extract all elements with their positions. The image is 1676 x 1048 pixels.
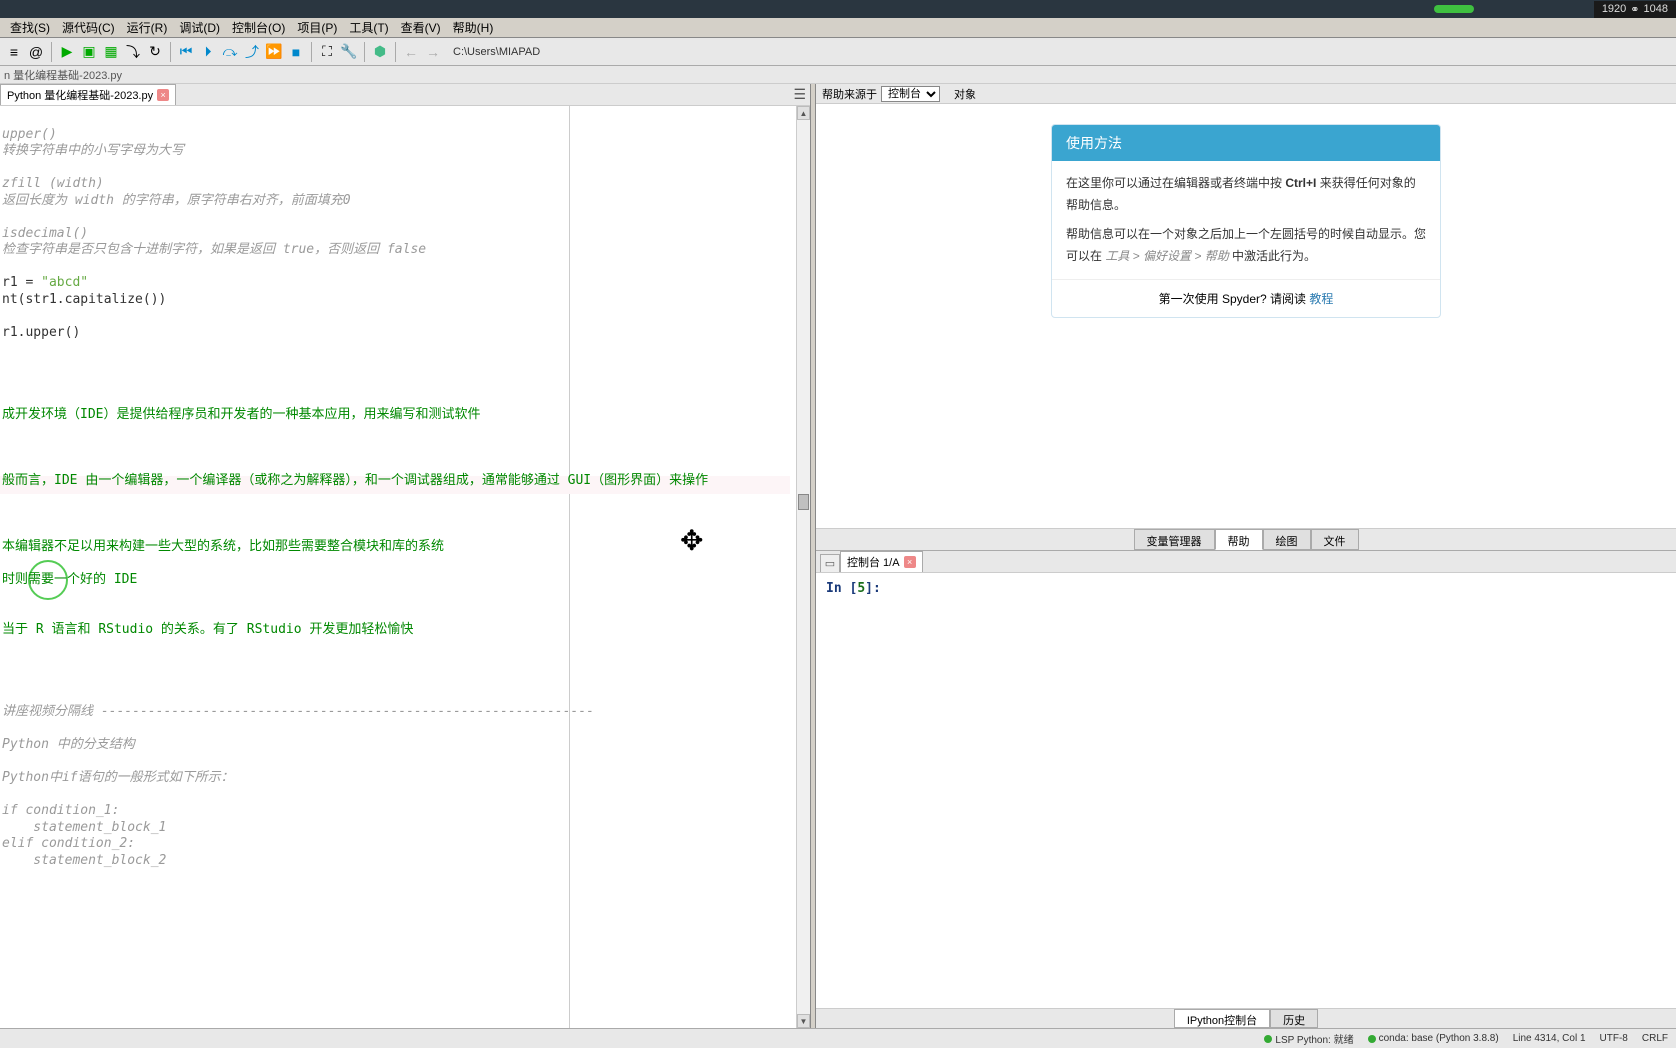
help-object-label: 对象 (954, 86, 976, 102)
help-source-label: 帮助来源于 (822, 86, 877, 102)
editor-tab-label: Python 量化编程基础-2023.py (7, 87, 153, 103)
editor-options-icon[interactable]: ☰ (793, 86, 806, 103)
prompt-in: In [ (826, 581, 857, 596)
status-encoding: UTF-8 (1600, 1033, 1628, 1044)
menu-console[interactable]: 控制台(O) (226, 19, 291, 36)
console-bottom-tabs: IPython控制台 历史 (816, 1008, 1676, 1028)
right-pane: 帮助来源于 控制台 对象 使用方法 在这里你可以通过在编辑器或者终端中按 Ctr… (816, 84, 1676, 1028)
scroll-thumb[interactable] (798, 494, 809, 510)
code-editor[interactable]: ✥ upper() 转换字符串中的小写字母为大写 zfill (width) 返… (0, 106, 810, 1028)
menu-view[interactable]: 查看(V) (395, 19, 447, 36)
menu-project[interactable]: 项目(P) (291, 19, 343, 36)
help-pane-tabs: 变量管理器 帮助 绘图 文件 (816, 528, 1676, 550)
breadcrumb: n 量化编程基础-2023.py (0, 66, 1676, 84)
tab-ipython-console[interactable]: IPython控制台 (1174, 1009, 1270, 1028)
help-card-body: 在这里你可以通过在编辑器或者终端中按 Ctrl+I 来获得任何对象的帮助信息。 … (1052, 161, 1440, 279)
link-icon: ⚭ (1630, 3, 1639, 16)
tab-plots[interactable]: 绘图 (1263, 529, 1311, 550)
code-content: upper() 转换字符串中的小写字母为大写 zfill (width) 返回长… (0, 106, 790, 1028)
help-card-footer: 第一次使用 Spyder? 请阅读 教程 (1052, 279, 1440, 317)
res-height: 1048 (1644, 3, 1668, 15)
menu-tools[interactable]: 工具(T) (343, 19, 394, 36)
scroll-down-icon[interactable]: ▼ (797, 1014, 810, 1028)
status-eol: CRLF (1642, 1033, 1668, 1044)
menu-run[interactable]: 运行(R) (121, 19, 174, 36)
console-browse-icon[interactable]: ▭ (820, 554, 840, 572)
debug-step-icon[interactable]: ⏵ (198, 42, 218, 62)
debug-step-over-icon[interactable]: ⤼ (220, 42, 240, 62)
menubar: 查找(S) 源代码(C) 运行(R) 调试(D) 控制台(O) 项目(P) 工具… (0, 18, 1676, 38)
help-source-select[interactable]: 控制台 (881, 86, 940, 102)
prompt-num: 5 (857, 581, 865, 596)
menu-debug[interactable]: 调试(D) (173, 19, 226, 36)
prompt-close: ]: (865, 581, 881, 596)
help-body: 使用方法 在这里你可以通过在编辑器或者终端中按 Ctrl+I 来获得任何对象的帮… (816, 104, 1676, 528)
python-path-icon[interactable]: ⬢ (370, 42, 390, 62)
debug-continue-icon[interactable]: ⏩ (264, 42, 284, 62)
tutorial-link[interactable]: 教程 (1309, 292, 1333, 306)
tab-var-explorer[interactable]: 变量管理器 (1134, 529, 1215, 550)
run-cell-advance-icon[interactable]: ▦ (101, 42, 121, 62)
editor-pane: Python 量化编程基础-2023.py × ☰ ✥ upper() 转换字符… (0, 84, 810, 1028)
menu-find[interactable]: 查找(S) (4, 19, 56, 36)
help-card: 使用方法 在这里你可以通过在编辑器或者终端中按 Ctrl+I 来获得任何对象的帮… (1051, 124, 1441, 318)
help-header: 帮助来源于 控制台 对象 (816, 84, 1676, 104)
scroll-up-icon[interactable]: ▲ (797, 106, 810, 120)
titlebar: 1920 ⚭ 1048 (0, 0, 1676, 18)
toolbar: ≡ @ ▶ ▣ ▦ ⤵ ↻ ⏮ ⏵ ⤼ ⤴ ⏩ ■ ⛶ 🔧 ⬢ ← → C:\U… (0, 38, 1676, 66)
run-icon[interactable]: ▶ (57, 42, 77, 62)
status-cursor: Line 4314, Col 1 (1513, 1033, 1586, 1044)
status-lsp: LSP Python: 就绪 (1264, 1031, 1353, 1046)
tab-history[interactable]: 历史 (1270, 1009, 1318, 1028)
maximize-icon[interactable]: ⛶ (317, 42, 337, 62)
status-conda: conda: base (Python 3.8.8) (1368, 1033, 1499, 1044)
menu-source[interactable]: 源代码(C) (56, 19, 121, 36)
tab-files[interactable]: 文件 (1311, 529, 1359, 550)
tab-help[interactable]: 帮助 (1215, 529, 1263, 550)
breadcrumb-text: n 量化编程基础-2023.py (4, 67, 122, 83)
console-tabs: ▭ 控制台 1/A × (816, 551, 1676, 573)
close-icon[interactable]: × (904, 556, 916, 568)
resolution-badge: 1920 ⚭ 1048 (1594, 1, 1676, 18)
console-tab-label: 控制台 1/A (847, 554, 900, 570)
nav-fwd-icon[interactable]: → (423, 42, 443, 62)
help-card-title: 使用方法 (1052, 125, 1440, 161)
debug-step-into-icon[interactable]: ⏮ (176, 42, 196, 62)
main-area: Python 量化编程基础-2023.py × ☰ ✥ upper() 转换字符… (0, 84, 1676, 1028)
statusbar: LSP Python: 就绪 conda: base (Python 3.8.8… (0, 1028, 1676, 1048)
debug-stop-icon[interactable]: ■ (286, 42, 306, 62)
dot-icon (1368, 1035, 1376, 1043)
console-tab-active[interactable]: 控制台 1/A × (840, 551, 923, 572)
debug-step-out-icon[interactable]: ⤴ (242, 42, 262, 62)
editor-tab-active[interactable]: Python 量化编程基础-2023.py × (0, 84, 176, 105)
working-dir: C:\Users\MIAPAD (453, 46, 540, 58)
close-icon[interactable]: × (157, 89, 169, 101)
wrench-icon[interactable]: 🔧 (339, 42, 359, 62)
console-body[interactable]: In [5]: (816, 573, 1676, 1008)
run-cell-icon[interactable]: ▣ (79, 42, 99, 62)
console-pane: ▭ 控制台 1/A × In [5]: IPython控制台 历史 (816, 550, 1676, 1028)
res-width: 1920 (1602, 3, 1626, 15)
battery-indicator (1434, 5, 1474, 13)
menu-icon[interactable]: ≡ (4, 42, 24, 62)
nav-back-icon[interactable]: ← (401, 42, 421, 62)
editor-tabs: Python 量化编程基础-2023.py × ☰ (0, 84, 810, 106)
menu-help[interactable]: 帮助(H) (447, 19, 500, 36)
rerun-icon[interactable]: ↻ (145, 42, 165, 62)
at-icon[interactable]: @ (26, 42, 46, 62)
run-selection-icon[interactable]: ⤵ (123, 42, 143, 62)
editor-scrollbar[interactable]: ▲ ▼ (796, 106, 810, 1028)
dot-icon (1264, 1035, 1272, 1043)
